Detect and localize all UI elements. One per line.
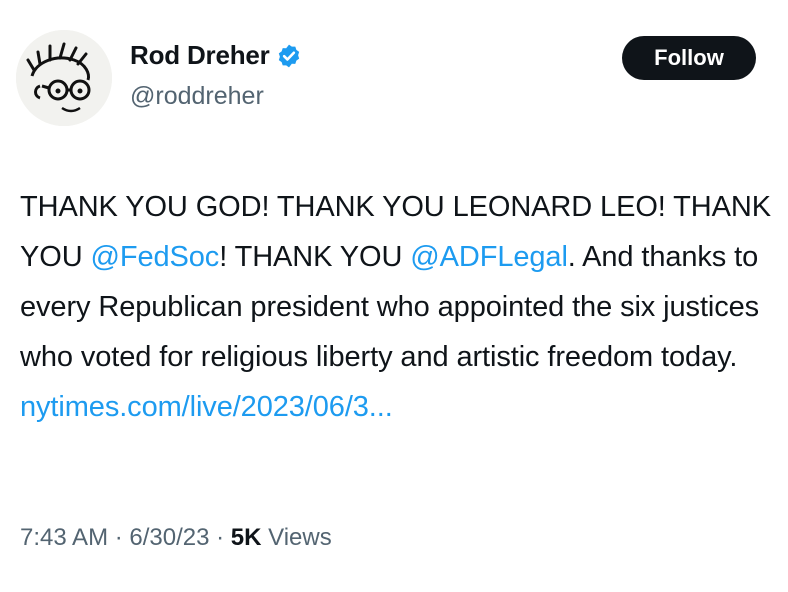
avatar[interactable] bbox=[16, 30, 112, 126]
tweet-date[interactable]: 6/30/23 bbox=[129, 524, 209, 551]
author-handle[interactable]: @roddreher bbox=[130, 82, 264, 111]
author-name-row: Rod Dreher bbox=[130, 40, 302, 71]
mention-fedsoc-link[interactable]: @FedSoc bbox=[91, 241, 220, 273]
views-label: Views bbox=[261, 524, 332, 551]
verified-badge-icon[interactable] bbox=[276, 43, 302, 69]
tweet-meta: 7:43 AM · 6/30/23 · 5K Views bbox=[20, 524, 332, 552]
nytimes-url-link[interactable]: nytimes.com/live/2023/06/3... bbox=[20, 391, 393, 423]
tweet-text: THANK YOU GOD! THANK YOU LEONARD LEO! TH… bbox=[20, 182, 772, 432]
meta-separator: · bbox=[108, 524, 130, 551]
meta-separator: · bbox=[209, 524, 231, 551]
mention-adflegal-link[interactable]: @ADFLegal bbox=[410, 241, 568, 273]
tweet-time[interactable]: 7:43 AM bbox=[20, 524, 108, 551]
views-count[interactable]: 5K bbox=[231, 524, 262, 551]
tweet-text-segment: ! THANK YOU bbox=[219, 241, 411, 273]
avatar-caricature-icon bbox=[16, 30, 112, 126]
author-display-name[interactable]: Rod Dreher bbox=[130, 40, 270, 71]
follow-button[interactable]: Follow bbox=[622, 36, 756, 80]
